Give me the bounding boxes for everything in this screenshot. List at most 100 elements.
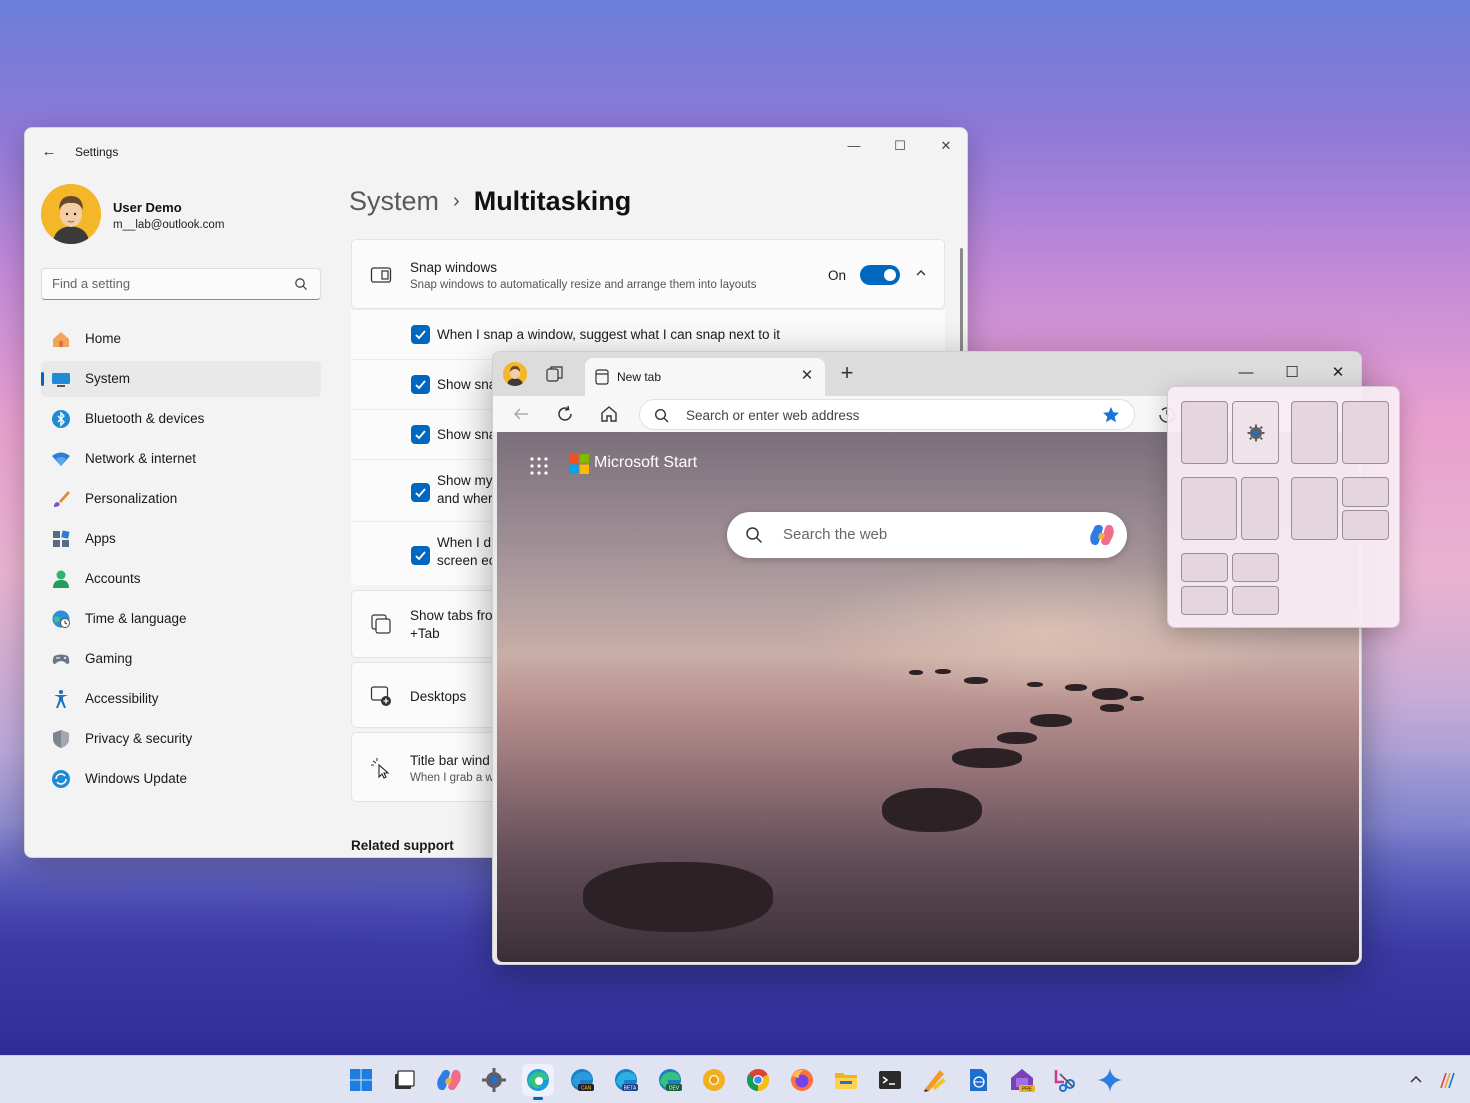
back-arrow-icon[interactable]: ← xyxy=(39,142,59,162)
sidebar-item-accounts[interactable]: Accounts xyxy=(41,561,321,597)
sidebar-item-label: Apps xyxy=(85,531,116,546)
settings-icon[interactable] xyxy=(480,1066,508,1094)
sidebar-item-network[interactable]: Network & internet xyxy=(41,441,321,477)
copilot-icon[interactable] xyxy=(1087,520,1117,550)
profile-avatar[interactable] xyxy=(503,362,527,386)
snap-windows-card[interactable]: Snap windows Snap windows to automatical… xyxy=(351,239,945,309)
refresh-icon[interactable] xyxy=(555,404,575,424)
notepad-web-icon[interactable] xyxy=(964,1066,992,1094)
sidebar-item-home[interactable]: Home xyxy=(41,321,321,357)
start-icon[interactable] xyxy=(347,1066,375,1094)
stone xyxy=(909,670,923,675)
sidebar-item-label: Gaming xyxy=(85,651,133,666)
search-icon xyxy=(295,278,308,291)
pen-menu-icon[interactable] xyxy=(1438,1070,1458,1090)
snap-option-label: When I snap a window, suggest what I can… xyxy=(437,327,780,342)
chevron-up-icon[interactable] xyxy=(914,266,928,280)
wifi-icon xyxy=(52,452,70,466)
maximize-icon[interactable]: ☐ xyxy=(885,134,915,158)
sidebar-item-gaming[interactable]: Gaming xyxy=(41,641,321,677)
snap-zone-layout5-bottom-right[interactable] xyxy=(1232,586,1279,615)
sidebar-item-personalization[interactable]: Personalization xyxy=(41,481,321,517)
minimize-icon[interactable]: — xyxy=(839,134,869,158)
stone xyxy=(1065,684,1087,691)
snap-zone-layout5-top-left[interactable] xyxy=(1181,553,1228,582)
sidebar-item-windows-update[interactable]: Windows Update xyxy=(41,761,321,797)
workspaces-icon[interactable] xyxy=(545,364,565,384)
snap-zone-left-half[interactable] xyxy=(1181,401,1228,464)
apps-grid-icon[interactable] xyxy=(529,456,549,476)
globe-clock-icon xyxy=(52,610,70,628)
snap-zone-layout5-bottom-left[interactable] xyxy=(1181,586,1228,615)
user-profile[interactable]: User Demo m__lab@outlook.com xyxy=(41,184,341,248)
checkbox-checked[interactable] xyxy=(411,375,430,394)
sidebar-item-time-language[interactable]: Time & language xyxy=(41,601,321,637)
snap-zone-layout4-left[interactable] xyxy=(1291,477,1338,540)
powertoys-preview-icon[interactable]: PRE xyxy=(1008,1066,1036,1094)
firefox-icon[interactable] xyxy=(788,1066,816,1094)
desktops-title: Desktops xyxy=(410,689,467,704)
taskbar: CAN BETA DEV PRE xyxy=(0,1055,1470,1103)
address-placeholder: Search or enter web address xyxy=(686,408,860,423)
snap-zone-layout2-left[interactable] xyxy=(1291,401,1338,464)
edge-beta-icon[interactable]: BETA xyxy=(612,1066,640,1094)
back-arrow-icon[interactable] xyxy=(511,404,531,424)
maximize-icon[interactable]: ☐ xyxy=(1280,362,1304,384)
home-icon[interactable] xyxy=(599,404,619,424)
snap-zone-right-half[interactable] xyxy=(1232,401,1279,464)
sidebar-item-accessibility[interactable]: Accessibility xyxy=(41,681,321,717)
microsoft-start-brand[interactable]: Microsoft Start xyxy=(594,454,697,472)
snap-zone-layout3-left[interactable] xyxy=(1181,477,1237,540)
stone xyxy=(997,732,1037,744)
file-explorer-icon[interactable] xyxy=(832,1066,860,1094)
user-name: User Demo xyxy=(113,200,182,215)
settings-titlebar: ← Settings — ☐ ✕ xyxy=(25,128,967,176)
snap-zone-layout4-bottom-right[interactable] xyxy=(1342,510,1389,540)
find-setting-search[interactable] xyxy=(41,268,321,300)
close-icon[interactable]: ✕ xyxy=(1326,362,1350,384)
snap-zone-layout4-top-right[interactable] xyxy=(1342,477,1389,507)
sidebar-item-privacy[interactable]: Privacy & security xyxy=(41,721,321,757)
snap-windows-toggle[interactable] xyxy=(860,265,900,285)
checkbox-checked[interactable] xyxy=(411,546,430,565)
snap-option-label: Show my xyxy=(437,473,493,488)
address-bar[interactable]: Search or enter web address xyxy=(639,399,1135,430)
checkbox-checked[interactable] xyxy=(411,425,430,444)
shield-icon xyxy=(53,730,69,748)
tab-new-tab[interactable]: New tab ✕ xyxy=(585,358,825,396)
checkbox-checked[interactable] xyxy=(411,325,430,344)
copilot-sparkle-icon[interactable] xyxy=(1096,1066,1124,1094)
chevron-up-icon[interactable] xyxy=(1408,1072,1424,1088)
sidebar-item-bluetooth[interactable]: Bluetooth & devices xyxy=(41,401,321,437)
edge-canary-icon[interactable]: CAN xyxy=(568,1066,596,1094)
favorite-star-icon[interactable] xyxy=(1102,406,1120,424)
terminal-icon[interactable] xyxy=(876,1066,904,1094)
search-input[interactable] xyxy=(52,276,282,291)
breadcrumb-parent[interactable]: System xyxy=(349,186,439,216)
snap-zone-layout2-right[interactable] xyxy=(1342,401,1389,464)
new-tab-plus-icon[interactable]: + xyxy=(835,362,859,386)
scrollbar[interactable] xyxy=(960,248,963,358)
show-tabs-title-line2: +Tab xyxy=(410,626,440,641)
paint-tools-icon[interactable] xyxy=(920,1066,948,1094)
avatar xyxy=(41,184,101,244)
snipping-tool-icon[interactable] xyxy=(1052,1066,1080,1094)
close-tab-icon[interactable]: ✕ xyxy=(799,368,815,384)
tabs-icon xyxy=(371,614,391,634)
web-search-box[interactable]: Search the web xyxy=(727,512,1127,558)
copilot-icon[interactable] xyxy=(435,1066,463,1094)
sidebar-item-system[interactable]: System xyxy=(41,361,321,397)
chrome-icon[interactable] xyxy=(744,1066,772,1094)
brush-icon xyxy=(54,491,70,507)
chrome-canary-icon[interactable] xyxy=(700,1066,728,1094)
snap-zone-layout3-right[interactable] xyxy=(1241,477,1279,540)
edge-taskbar-button[interactable] xyxy=(522,1064,554,1100)
checkbox-checked[interactable] xyxy=(411,483,430,502)
sidebar-item-apps[interactable]: Apps xyxy=(41,521,321,557)
snap-zone-layout5-top-right[interactable] xyxy=(1232,553,1279,582)
task-view-icon[interactable] xyxy=(390,1066,418,1094)
minimize-icon[interactable]: — xyxy=(1234,362,1258,384)
edge-dev-icon[interactable]: DEV xyxy=(656,1066,684,1094)
close-icon[interactable]: ✕ xyxy=(931,134,961,158)
snap-option-label: Show sna xyxy=(437,427,497,442)
